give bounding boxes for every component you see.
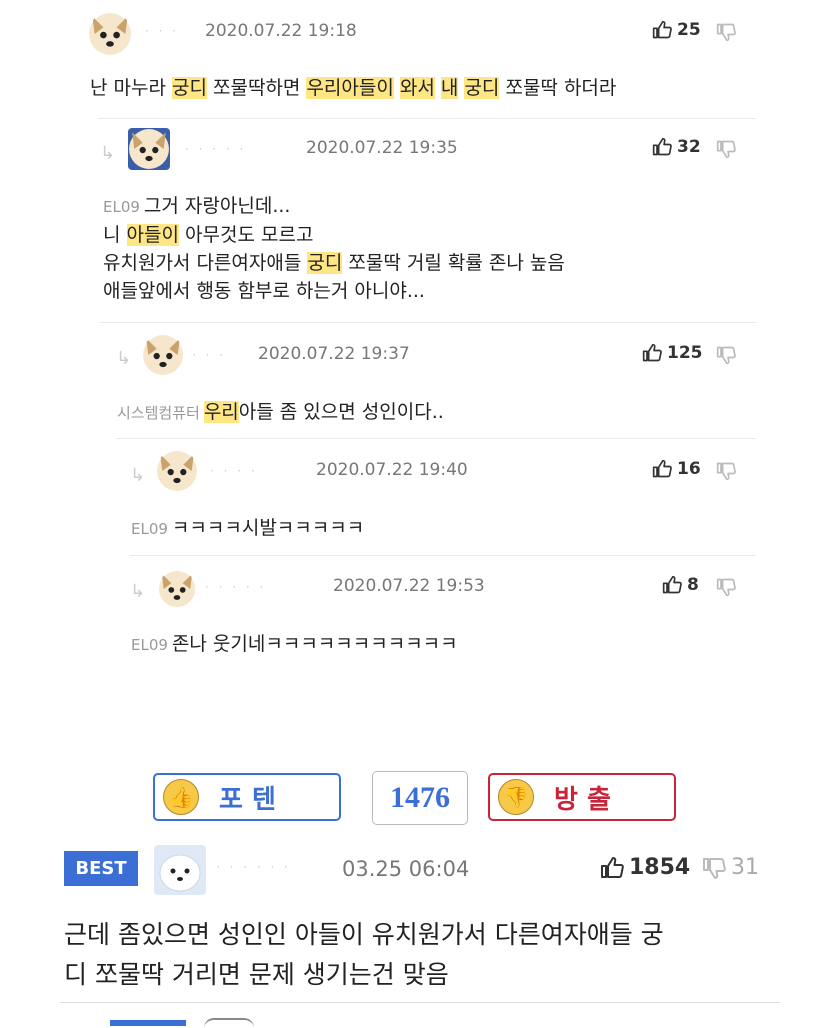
dog-avatar-icon <box>128 128 170 170</box>
comment-date: 2020.07.22 19:53 <box>333 576 485 596</box>
thumbs-down-face-icon: 👎 <box>498 779 534 815</box>
downvote-label: 방 출 <box>554 784 611 815</box>
comment-line: EL09 그거 자랑아닌데... <box>103 195 291 217</box>
dislike-button[interactable]: 31 <box>702 855 759 880</box>
avatar[interactable] <box>154 845 206 895</box>
comment-text: EL09 그거 자랑아닌데... 니 아들이 아무것도 모르고 유치원가서 다른여… <box>103 192 565 305</box>
vote-count: 1476 <box>372 771 468 825</box>
comment-text: EL09 존나 웃기네ㅋㅋㅋㅋㅋㅋㅋㅋㅋㅋㅋ <box>131 633 458 655</box>
potten-upvote-button[interactable]: 👍 포 텐 <box>153 773 341 821</box>
avatar[interactable] <box>88 12 132 56</box>
username-blurred[interactable]: · · · <box>145 24 179 38</box>
comment-date: 2020.07.22 19:35 <box>306 138 458 158</box>
like-button[interactable]: 125 <box>642 343 703 363</box>
username-blurred[interactable]: · · · · · <box>185 142 246 156</box>
thumb-up-icon <box>662 575 682 595</box>
best-comment-text: 근데 좀있으면 성인인 아들이 유치원가서 다른여자애들 궁 디 쪼물딱 거리면… <box>64 915 664 995</box>
thumb-up-icon <box>652 459 672 479</box>
reply-arrow-icon: ↳ <box>100 143 116 164</box>
reply-prefix: EL09 <box>131 636 168 654</box>
white-dog-avatar-icon <box>159 854 201 892</box>
comment-line: 근데 좀있으면 성인인 아들이 유치원가서 다른여자애들 궁 <box>64 920 664 949</box>
divider <box>100 322 756 323</box>
like-count: 125 <box>667 343 703 363</box>
like-count: 32 <box>677 137 701 157</box>
thumb-down-icon <box>702 856 726 880</box>
username-blurred[interactable]: · · · · · · <box>216 860 291 874</box>
upvote-label: 포 텐 <box>219 784 276 815</box>
dislike-count: 31 <box>731 855 759 880</box>
banchul-downvote-button[interactable]: 👎 방 출 <box>488 773 676 821</box>
username-blurred[interactable]: · · · · <box>210 464 258 478</box>
like-count: 8 <box>687 575 699 595</box>
next-avatar[interactable] <box>204 1018 254 1028</box>
like-count: 25 <box>677 20 701 40</box>
comment-line: 애들앞에서 행동 함부로 하는거 아니야... <box>103 280 425 302</box>
thumb-up-icon <box>652 137 672 157</box>
best-badge: BEST <box>64 851 138 886</box>
like-count: 16 <box>677 459 701 479</box>
divider <box>98 118 756 119</box>
username-blurred[interactable]: · · · · · <box>205 580 266 594</box>
thumb-up-icon <box>652 20 672 40</box>
comment-text: EL09 ㅋㅋㅋㅋ시발ㅋㅋㅋㅋㅋ <box>131 517 365 539</box>
thumb-down-icon[interactable] <box>716 461 736 481</box>
next-best-badge <box>110 1020 186 1026</box>
thumb-up-icon <box>600 856 624 880</box>
thumbs-up-face-icon: 👍 <box>163 779 199 815</box>
thumb-down-icon[interactable] <box>716 345 736 365</box>
divider <box>130 555 756 556</box>
reply-arrow-icon: ↳ <box>130 465 146 486</box>
dog-avatar-icon <box>156 450 198 492</box>
dog-avatar-icon <box>142 334 184 376</box>
avatar[interactable] <box>156 450 198 492</box>
dog-avatar-icon <box>88 12 132 56</box>
dog-avatar-icon <box>158 570 196 608</box>
comment-line: 니 아들이 아무것도 모르고 <box>103 224 314 246</box>
like-button[interactable]: 8 <box>662 575 699 595</box>
thumb-down-icon[interactable] <box>716 139 736 159</box>
like-button[interactable]: 32 <box>652 137 701 157</box>
reply-prefix: EL09 <box>103 198 140 216</box>
avatar[interactable] <box>142 334 184 376</box>
reply-prefix: 시스템컴퓨터 <box>117 404 200 422</box>
comment-line: 디 쪼물딱 거리면 문제 생기는건 맞음 <box>64 960 449 989</box>
comment-text: 난 마누라 궁디 쪼물딱하면 우리아들이 와서 내 궁디 쪼물딱 하더라 <box>90 77 617 99</box>
thumb-down-icon[interactable] <box>716 22 736 42</box>
thumb-down-icon[interactable] <box>716 577 736 597</box>
divider <box>60 1002 780 1003</box>
avatar[interactable] <box>128 128 170 170</box>
like-button[interactable]: 25 <box>652 20 701 40</box>
comment-text: 시스템컴퓨터 우리아들 좀 있으면 성인이다.. <box>117 401 444 423</box>
comment-date: 2020.07.22 19:40 <box>316 460 468 480</box>
like-button[interactable]: 16 <box>652 459 701 479</box>
comment-date: 2020.07.22 19:18 <box>205 21 357 41</box>
like-button[interactable]: 1854 <box>600 855 690 880</box>
reply-prefix: EL09 <box>131 520 168 538</box>
comment-line: 유치원가서 다른여자애들 궁디 쪼물딱 거릴 확률 존나 높음 <box>103 252 565 274</box>
avatar[interactable] <box>158 570 196 608</box>
divider <box>116 438 756 439</box>
reply-arrow-icon: ↳ <box>116 348 132 369</box>
best-comment-date: 03.25 06:04 <box>342 857 470 881</box>
like-count: 1854 <box>629 855 691 880</box>
comment-date: 2020.07.22 19:37 <box>258 344 410 364</box>
thumb-up-icon <box>642 343 662 363</box>
username-blurred[interactable]: · · · <box>192 348 226 362</box>
reply-arrow-icon: ↳ <box>130 581 146 602</box>
